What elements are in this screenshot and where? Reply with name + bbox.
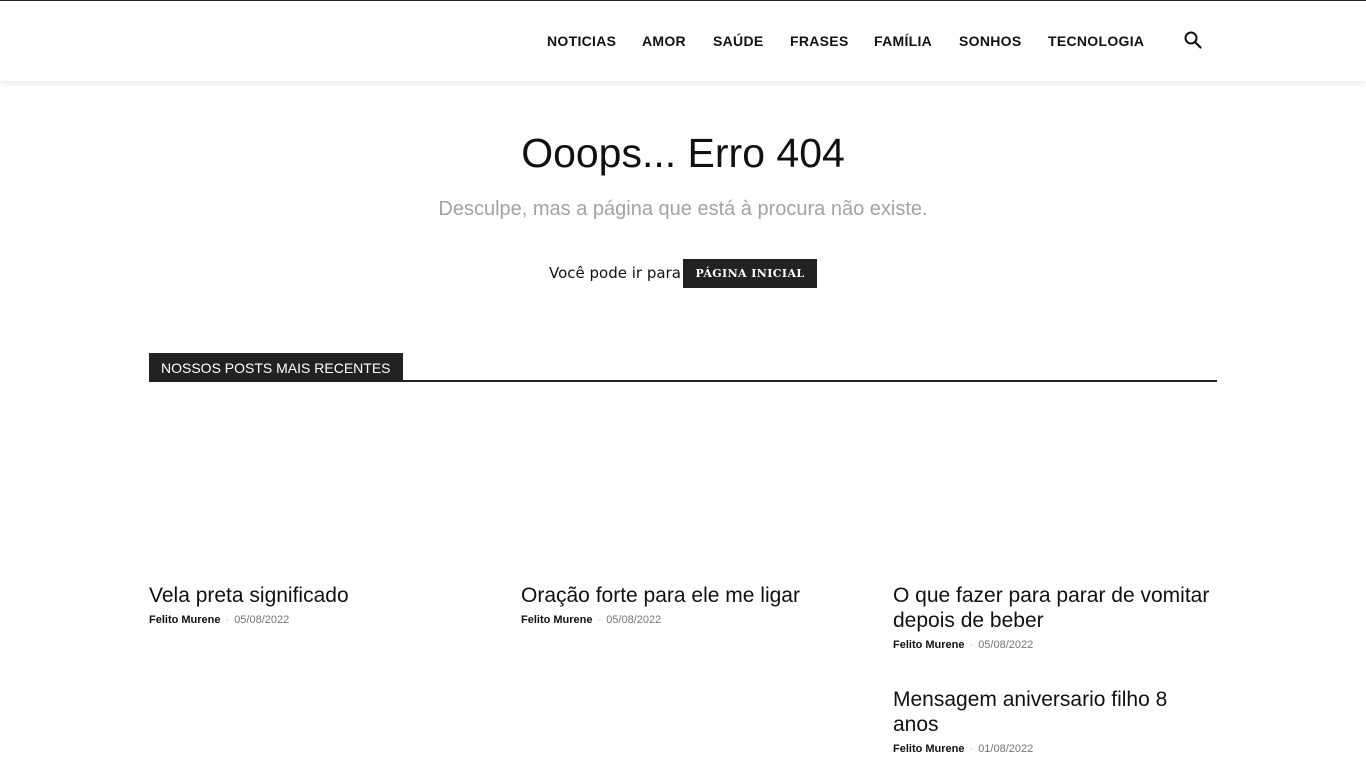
post-date: 05/08/2022 — [606, 614, 662, 626]
nav-item-saude[interactable]: SAÚDE — [713, 33, 764, 49]
search-icon[interactable] — [1183, 30, 1203, 50]
post-card: Oração forte para ele me ligar Felito Mu… — [521, 583, 845, 626]
goto-label: Você pode ir para — [549, 264, 681, 282]
post-date: 05/08/2022 — [978, 639, 1034, 651]
site-header: NOTICIAS AMOR SAÚDE FRASES FAMÍLIA SONHO… — [0, 0, 1366, 81]
page-title: Ooops... Erro 404 — [521, 130, 845, 176]
error-subtitle: Desculpe, mas a página que está à procur… — [438, 198, 928, 220]
post-separator: - — [225, 614, 230, 626]
post-meta: Felito Murene -01/08/2022 — [893, 743, 1217, 755]
post-card: O que fazer para parar de vomitar depois… — [893, 583, 1217, 651]
main-nav: NOTICIAS AMOR SAÚDE FRASES FAMÍLIA SONHO… — [0, 1, 1366, 81]
nav-item-familia[interactable]: FAMÍLIA — [874, 33, 932, 49]
post-card: Vela preta significado Felito Murene -05/… — [149, 583, 473, 626]
post-title[interactable]: O que fazer para parar de vomitar depois… — [893, 583, 1217, 633]
post-date: 05/08/2022 — [234, 614, 290, 626]
home-button[interactable]: PÁGINA INICIAL — [683, 259, 817, 288]
post-author[interactable]: Felito Murene — [893, 743, 965, 755]
nav-item-amor[interactable]: AMOR — [642, 33, 686, 49]
post-separator: - — [969, 743, 974, 755]
post-author[interactable]: Felito Murene — [893, 639, 965, 651]
nav-item-sonhos[interactable]: SONHOS — [959, 33, 1021, 49]
post-card: Mensagem aniversario filho 8 anos Felito… — [893, 687, 1217, 755]
nav-item-tecnologia[interactable]: TECNOLOGIA — [1048, 33, 1144, 49]
post-meta: Felito Murene -05/08/2022 — [149, 614, 473, 626]
nav-item-noticias[interactable]: NOTICIAS — [547, 33, 616, 49]
post-meta: Felito Murene -05/08/2022 — [521, 614, 845, 626]
post-title[interactable]: Mensagem aniversario filho 8 anos — [893, 687, 1217, 737]
post-separator: - — [597, 614, 602, 626]
post-title[interactable]: Oração forte para ele me ligar — [521, 583, 845, 608]
post-separator: - — [969, 639, 974, 651]
post-title[interactable]: Vela preta significado — [149, 583, 473, 608]
post-date: 01/08/2022 — [978, 743, 1034, 755]
post-author[interactable]: Felito Murene — [521, 614, 593, 626]
nav-item-frases[interactable]: FRASES — [790, 33, 849, 49]
post-meta: Felito Murene -05/08/2022 — [893, 639, 1217, 651]
section-heading: NOSSOS POSTS MAIS RECENTES — [149, 353, 403, 382]
post-author[interactable]: Felito Murene — [149, 614, 221, 626]
